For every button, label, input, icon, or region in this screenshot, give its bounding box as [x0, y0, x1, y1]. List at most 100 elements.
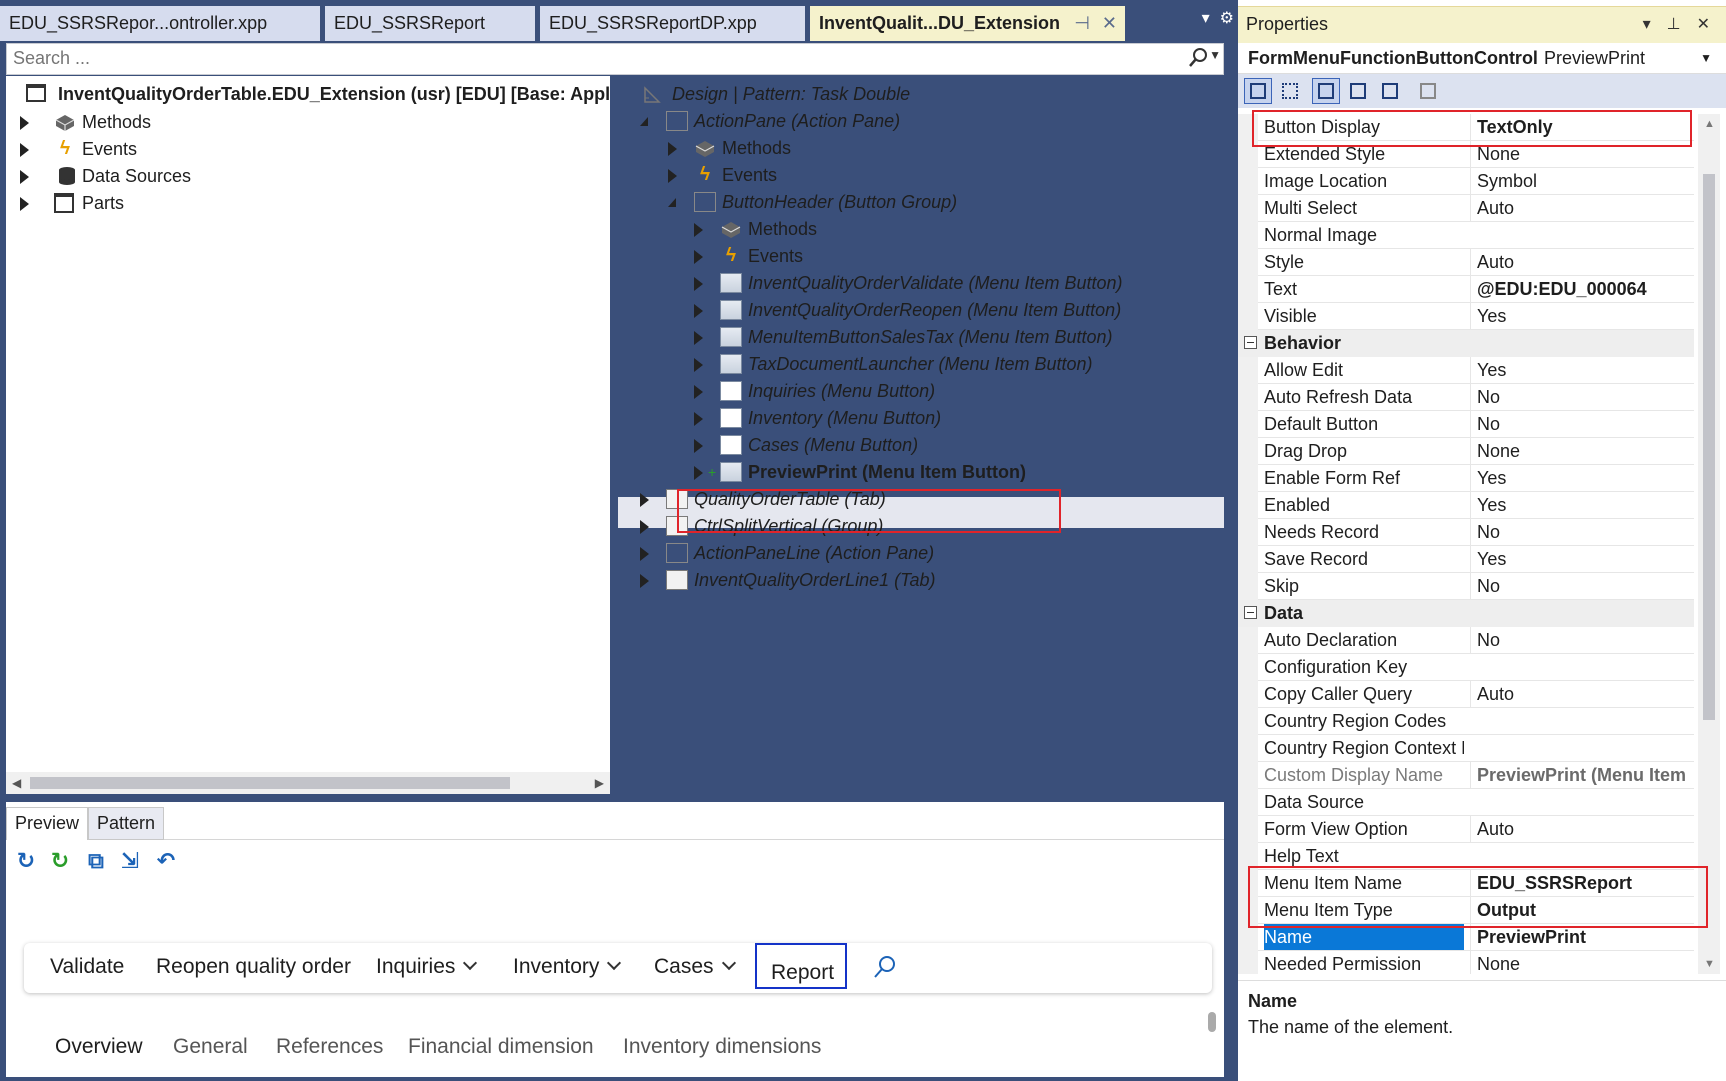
expand-icon[interactable] — [20, 116, 29, 130]
scroll-left-icon[interactable]: ◀ — [12, 776, 21, 790]
property-value[interactable]: No — [1470, 573, 1690, 599]
property-value[interactable]: Yes — [1470, 465, 1690, 491]
property-row[interactable]: Menu Item Name EDU_SSRSReport — [1258, 870, 1694, 897]
tab-invent-quality-extension[interactable]: InventQualit...DU_Extension ⊣ ✕ — [810, 6, 1125, 41]
left-horizontal-scrollbar[interactable]: ◀ ▶ — [6, 772, 610, 794]
properties-view-icon[interactable] — [1344, 78, 1372, 104]
expand-icon[interactable] — [20, 197, 29, 211]
property-value[interactable]: Yes — [1470, 303, 1690, 329]
property-category[interactable]: Data — [1238, 600, 1694, 627]
cases-menu-button[interactable]: Cases — [654, 955, 736, 979]
property-row[interactable]: Style Auto — [1258, 249, 1694, 276]
refresh-icon[interactable]: ↻ — [14, 849, 38, 873]
collapse-icon[interactable] — [640, 117, 648, 126]
property-value[interactable]: Auto — [1470, 249, 1690, 275]
fasttab-general[interactable]: General — [173, 1035, 248, 1059]
refresh-all-icon[interactable]: ↻ — [48, 849, 72, 873]
expand-icon[interactable] — [640, 547, 649, 561]
property-value[interactable]: No — [1470, 384, 1690, 410]
fasttab-references[interactable]: References — [276, 1035, 383, 1059]
expand-icon[interactable] — [694, 466, 703, 480]
property-row[interactable]: Needed Permission None — [1258, 951, 1694, 974]
alphabetical-icon[interactable] — [1276, 78, 1304, 104]
expand-icon[interactable] — [694, 439, 703, 453]
property-row[interactable]: Country Region Context F — [1258, 735, 1694, 762]
open-external-icon[interactable]: ⧉ — [84, 849, 108, 873]
property-value[interactable]: None — [1470, 141, 1690, 167]
collapse-icon[interactable] — [1244, 606, 1257, 619]
scroll-thumb[interactable] — [1703, 174, 1715, 720]
preview-scroll-thumb[interactable] — [1208, 1012, 1216, 1032]
tab-edu-ssrsreportdp[interactable]: EDU_SSRSReportDP.xpp — [540, 6, 805, 41]
search-dropdown-icon[interactable]: ▼ — [1209, 48, 1221, 62]
property-row[interactable]: Default Button No — [1258, 411, 1694, 438]
expand-icon[interactable] — [694, 250, 703, 264]
property-row[interactable]: Drag Drop None — [1258, 438, 1694, 465]
dropdown-icon[interactable]: ▾ — [1202, 10, 1210, 27]
expand-icon[interactable] — [20, 143, 29, 157]
collapse-icon[interactable] — [1244, 336, 1257, 349]
property-row[interactable]: Menu Item Type Output — [1258, 897, 1694, 924]
property-value[interactable]: None — [1470, 438, 1690, 464]
close-icon[interactable]: ✕ — [1102, 13, 1117, 33]
dropdown-icon[interactable]: ▾ — [1643, 16, 1651, 33]
close-icon[interactable]: ✕ — [1697, 16, 1710, 33]
property-value[interactable]: Auto — [1470, 681, 1690, 707]
expand-icon[interactable] — [694, 412, 703, 426]
tab-preview[interactable]: Preview — [6, 807, 89, 840]
property-value[interactable]: No — [1470, 519, 1690, 545]
property-value[interactable]: None — [1470, 951, 1690, 974]
property-row[interactable]: Enabled Yes — [1258, 492, 1694, 519]
property-row[interactable]: Multi Select Auto — [1258, 195, 1694, 222]
property-row[interactable]: Text @EDU:EDU_000064 — [1258, 276, 1694, 303]
report-button[interactable]: Report — [755, 943, 847, 989]
scroll-up-icon[interactable]: ▲ — [1704, 118, 1715, 130]
scroll-thumb[interactable] — [30, 777, 510, 789]
categorized-icon[interactable] — [1244, 78, 1272, 104]
search-icon[interactable] — [1187, 47, 1209, 69]
property-row[interactable]: Allow Edit Yes — [1258, 357, 1694, 384]
dropdown-arrow-icon[interactable]: ▼ — [1700, 51, 1712, 65]
property-row[interactable]: Configuration Key — [1258, 654, 1694, 681]
property-row[interactable]: Name PreviewPrint — [1258, 924, 1694, 951]
validate-button[interactable]: Validate — [50, 955, 124, 979]
expand-icon[interactable] — [640, 520, 649, 534]
property-value[interactable]: Yes — [1470, 546, 1690, 572]
property-grid-scrollbar[interactable]: ▲ ▼ — [1698, 114, 1720, 974]
search-input[interactable] — [13, 48, 1163, 69]
property-row[interactable]: Country Region Codes — [1258, 708, 1694, 735]
scroll-down-icon[interactable]: ▼ — [1704, 958, 1715, 970]
expand-icon[interactable] — [694, 358, 703, 372]
property-row[interactable]: Image Location Symbol — [1258, 168, 1694, 195]
export-icon[interactable]: ⇲ — [118, 849, 142, 873]
sort-icon[interactable] — [1376, 78, 1404, 104]
property-row[interactable]: Save Record Yes — [1258, 546, 1694, 573]
collapse-icon[interactable] — [668, 198, 676, 207]
property-row[interactable]: Help Text — [1258, 843, 1694, 870]
property-row[interactable]: Visible Yes — [1258, 303, 1694, 330]
expand-icon[interactable] — [694, 277, 703, 291]
property-row[interactable]: Auto Declaration No — [1258, 627, 1694, 654]
expand-icon[interactable] — [694, 223, 703, 237]
object-selector[interactable]: FormMenuFunctionButtonControl PreviewPri… — [1238, 43, 1726, 74]
property-value[interactable]: EDU_SSRSReport — [1470, 870, 1690, 896]
expand-icon[interactable] — [640, 493, 649, 507]
tab-edu-ssrsreport[interactable]: EDU_SSRSReport — [325, 6, 535, 41]
pin-icon[interactable]: ⊣ — [1074, 13, 1090, 33]
property-row[interactable]: Copy Caller Query Auto — [1258, 681, 1694, 708]
expand-icon[interactable] — [668, 142, 677, 156]
expand-icon[interactable] — [640, 574, 649, 588]
expand-icon[interactable] — [694, 331, 703, 345]
property-pages-icon[interactable] — [1312, 78, 1340, 104]
property-value[interactable]: PreviewPrint (Menu Item — [1470, 762, 1690, 788]
property-value[interactable]: Yes — [1470, 357, 1690, 383]
pin-icon[interactable]: ⊥ — [1667, 16, 1681, 33]
fasttab-inventory-dimensions[interactable]: Inventory dimensions — [623, 1035, 821, 1059]
expand-icon[interactable] — [694, 385, 703, 399]
property-value[interactable]: PreviewPrint — [1470, 924, 1690, 950]
property-row[interactable]: Data Source — [1258, 789, 1694, 816]
property-value[interactable]: Auto — [1470, 195, 1690, 221]
property-row[interactable]: Custom Display Name PreviewPrint (Menu It… — [1258, 762, 1694, 789]
search-icon[interactable] — [872, 954, 898, 980]
wrench-icon[interactable] — [1414, 78, 1442, 104]
